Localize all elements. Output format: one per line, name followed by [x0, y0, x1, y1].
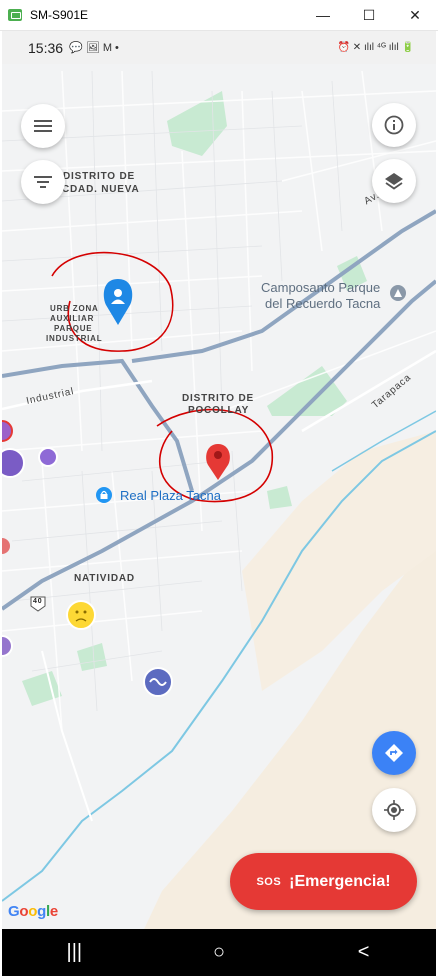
directions-button[interactable] [372, 731, 416, 775]
poi-label-text: Camposanto Parque [261, 280, 381, 295]
directions-icon [385, 744, 403, 762]
map-label-text: PARQUE [54, 324, 93, 333]
poi-label-text: del Recuerdo Tacna [265, 296, 381, 311]
map-label-pocollay: POCOLLAY [188, 405, 249, 416]
poi-camposanto[interactable]: Camposanto Parque [261, 280, 380, 295]
status-notification-icons: 💬 🖼 M • [69, 42, 119, 54]
poi-label-text: Real Plaza Tacna [120, 488, 221, 503]
layers-icon [385, 173, 403, 190]
map-label-urb-zona: PARQUE [54, 324, 92, 333]
status-time: 15:36 [28, 39, 64, 56]
android-statusbar: 15:36 💬 🖼 M • ⏰ ✕ ılıl ⁴ᴳ ılıl 🔋 [2, 31, 436, 64]
poi-real-plaza[interactable]: Real Plaza Tacna [120, 488, 221, 503]
map-label-text: INDUSTRIAL [46, 334, 103, 343]
sos-badge: SOS [256, 875, 282, 888]
back-button[interactable]: < [334, 941, 394, 964]
menu-icon [34, 120, 52, 132]
map-label-text: AUXILIAR [50, 314, 95, 323]
minimize-button[interactable]: — [300, 0, 346, 30]
map-label-text: 40 [33, 598, 43, 605]
map-label-natividad: NATIVIDAD [74, 573, 135, 584]
filter-button[interactable] [21, 160, 65, 204]
info-icon [384, 115, 404, 135]
map-label-urb-zona: AUXILIAR [50, 314, 94, 323]
menu-button[interactable] [21, 104, 65, 148]
app-icon [8, 9, 22, 21]
android-navbar: ||| ○ < [2, 929, 436, 976]
map-label-text: DISTRITO DE [63, 171, 135, 182]
map-label-pocollay: DISTRITO DE [182, 393, 254, 404]
info-button[interactable] [372, 103, 416, 147]
recent-apps-button[interactable]: ||| [44, 941, 104, 964]
map-label-text: POCOLLAY [188, 405, 250, 416]
filter-icon [34, 176, 52, 188]
window-title: SM-S901E [30, 8, 89, 22]
my-location-icon [384, 800, 404, 820]
map-label-cdad-nueva: CDAD. NUEVA [62, 184, 140, 195]
close-button[interactable]: ✕ [392, 0, 438, 30]
status-system-icons: ⏰ ✕ ılıl ⁴ᴳ ılıl 🔋 [337, 42, 414, 53]
map-label-urb-zona: URB ZONA [50, 304, 99, 313]
map-label-urb-zona: INDUSTRIAL [46, 334, 102, 343]
my-location-button[interactable] [372, 788, 416, 832]
map-label-text: NATIVIDAD [74, 573, 135, 584]
maximize-button[interactable]: ☐ [346, 0, 392, 30]
window-titlebar: SM-S901E — ☐ ✕ [0, 0, 438, 31]
phone-screen: DISTRITO DE CDAD. NUEVA URB ZONA AUXILIA… [2, 31, 436, 976]
poi-camposanto[interactable]: del Recuerdo Tacna [265, 296, 380, 311]
home-button[interactable]: ○ [189, 941, 249, 964]
route-40-label: 40 [33, 598, 42, 605]
emergency-label: ¡Emergencia! [289, 872, 391, 890]
map-label-text: DISTRITO DE [182, 393, 254, 404]
emergency-button[interactable]: SOS ¡Emergencia! [230, 853, 417, 910]
window-controls: — ☐ ✕ [300, 0, 438, 30]
google-logo: Google [8, 903, 58, 920]
map-label-text: CDAD. NUEVA [62, 184, 140, 195]
layers-button[interactable] [372, 159, 416, 203]
map-label-distrito-nueva: DISTRITO DE [63, 171, 135, 182]
map-label-text: URB ZONA [50, 304, 99, 313]
